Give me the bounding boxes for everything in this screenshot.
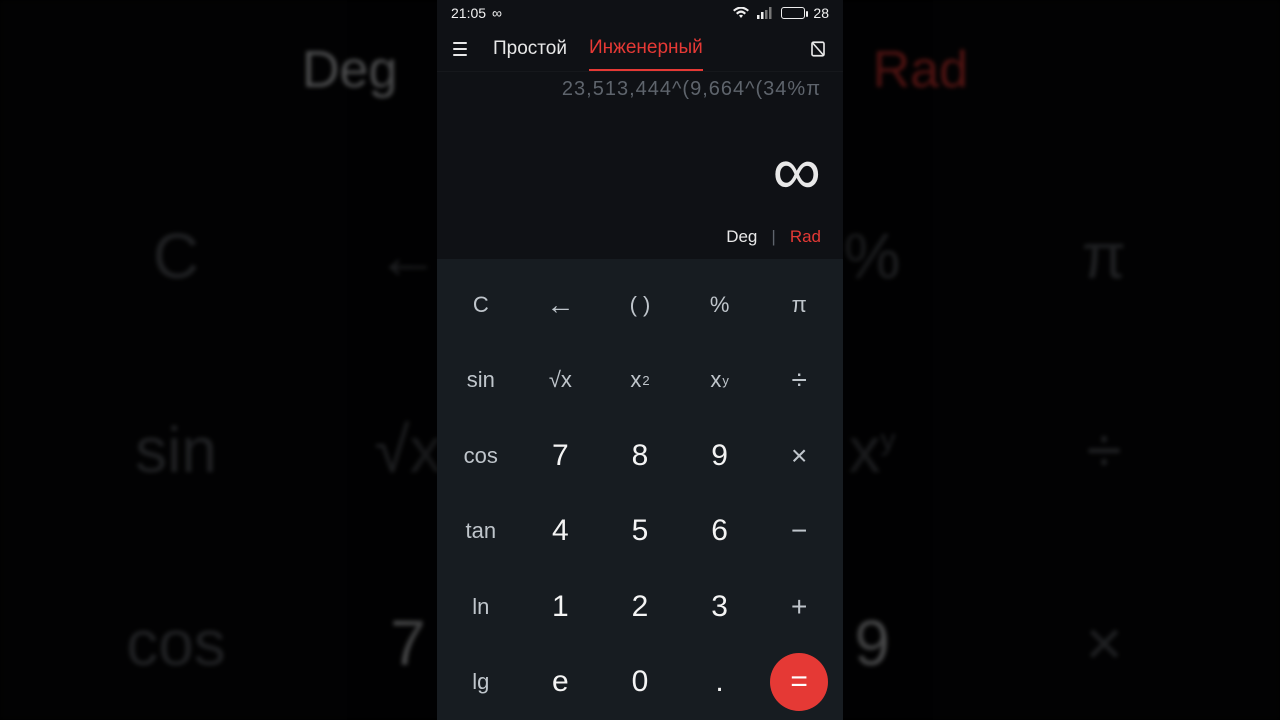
battery-level: 28 bbox=[813, 5, 829, 21]
battery-icon bbox=[781, 7, 805, 19]
key-sqrt[interactable]: √x bbox=[521, 343, 601, 419]
key-1[interactable]: 1 bbox=[521, 569, 601, 645]
key-0[interactable]: 0 bbox=[600, 645, 680, 720]
key-2[interactable]: 2 bbox=[600, 569, 680, 645]
key-add[interactable]: + bbox=[759, 569, 839, 645]
key-paren[interactable]: ( ) bbox=[600, 267, 680, 343]
key-4[interactable]: 4 bbox=[521, 494, 601, 570]
wifi-icon bbox=[733, 7, 749, 19]
key-equals[interactable]: = bbox=[759, 645, 839, 720]
phone-frame: 21:05 ∞ 28 Простой Инженерный 23,513,444… bbox=[437, 0, 843, 720]
tab-engineer[interactable]: Инженерный bbox=[589, 27, 703, 71]
status-bar: 21:05 ∞ 28 bbox=[437, 0, 843, 26]
key-3[interactable]: 3 bbox=[680, 569, 760, 645]
tab-simple[interactable]: Простой bbox=[493, 28, 567, 70]
key-multiply[interactable]: × bbox=[759, 418, 839, 494]
key-percent[interactable]: % bbox=[680, 267, 760, 343]
key-clear[interactable]: C bbox=[441, 267, 521, 343]
key-cos[interactable]: cos bbox=[441, 418, 521, 494]
signal-icon bbox=[757, 7, 773, 19]
key-power[interactable]: xy bbox=[680, 343, 760, 419]
key-lg[interactable]: lg bbox=[441, 645, 521, 720]
display-area: 23,513,444^(9,664^(34%π ∞ Deg | Rad bbox=[437, 72, 843, 259]
status-infinity-icon: ∞ bbox=[492, 5, 502, 21]
keypad: C ← ( ) % π sin √x x2 xy ÷ cos 7 8 9 × t… bbox=[437, 259, 843, 720]
history-icon[interactable] bbox=[809, 40, 827, 58]
key-sin[interactable]: sin bbox=[441, 343, 521, 419]
key-9[interactable]: 9 bbox=[680, 418, 760, 494]
angle-separator: | bbox=[771, 227, 775, 247]
expression-text: 23,513,444^(9,664^(34%π bbox=[562, 78, 821, 101]
key-e[interactable]: e bbox=[521, 645, 601, 720]
key-8[interactable]: 8 bbox=[600, 418, 680, 494]
key-backspace[interactable]: ← bbox=[521, 267, 601, 343]
result-text: ∞ bbox=[773, 137, 821, 205]
key-7[interactable]: 7 bbox=[521, 418, 601, 494]
key-dot[interactable]: . bbox=[680, 645, 760, 720]
key-6[interactable]: 6 bbox=[680, 494, 760, 570]
key-square[interactable]: x2 bbox=[600, 343, 680, 419]
key-divide[interactable]: ÷ bbox=[759, 343, 839, 419]
menu-icon[interactable] bbox=[453, 42, 471, 56]
key-ln[interactable]: ln bbox=[441, 569, 521, 645]
key-pi[interactable]: π bbox=[759, 267, 839, 343]
key-subtract[interactable]: − bbox=[759, 494, 839, 570]
angle-deg[interactable]: Deg bbox=[726, 227, 757, 247]
key-5[interactable]: 5 bbox=[600, 494, 680, 570]
header: Простой Инженерный bbox=[437, 26, 843, 72]
angle-toggle: Deg | Rad bbox=[726, 227, 821, 247]
key-tan[interactable]: tan bbox=[441, 494, 521, 570]
angle-rad[interactable]: Rad bbox=[790, 227, 821, 247]
status-time: 21:05 bbox=[451, 5, 486, 21]
